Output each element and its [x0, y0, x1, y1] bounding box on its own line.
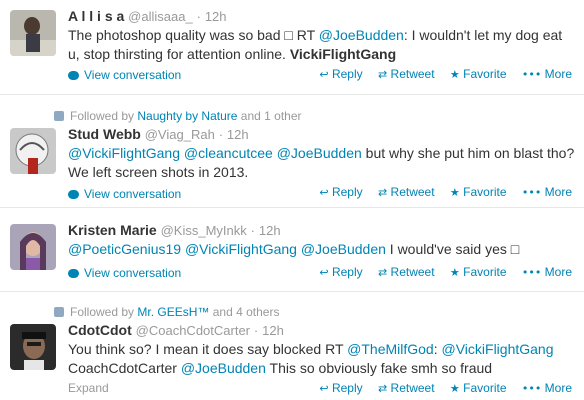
follow-context-icon: [54, 307, 64, 317]
author-username[interactable]: @Viag_Rah: [145, 127, 215, 142]
tweet-time[interactable]: 12h: [262, 323, 284, 338]
author-username[interactable]: @Kiss_MyInkk: [161, 223, 247, 238]
more-icon: •••: [521, 266, 542, 279]
reply-button[interactable]: ↩ Reply: [319, 67, 362, 81]
more-icon: •••: [521, 186, 542, 199]
author-username[interactable]: @allisaaa_: [128, 9, 193, 24]
tweet[interactable]: Followed by Mr. GEEsH™ and 4 others Cdot…: [0, 292, 584, 400]
more-button[interactable]: ••• More: [522, 381, 572, 395]
avatar[interactable]: [10, 224, 56, 270]
tweet-actions: ↩ Reply ⇄ Retweet ★ Favorite ••• More: [307, 185, 572, 199]
view-conversation-link[interactable]: View conversation: [68, 68, 181, 82]
emoji-glyph: □: [284, 27, 293, 43]
context-user-link[interactable]: Naughty by Nature: [137, 109, 237, 123]
author-name[interactable]: A l l i s a: [68, 8, 124, 24]
mention-link[interactable]: @JoeBudden: [301, 241, 386, 257]
star-icon: ★: [449, 68, 460, 81]
reply-button[interactable]: ↩ Reply: [319, 185, 362, 199]
retweet-icon: ⇄: [377, 68, 388, 81]
tweet-text: @VickiFlightGang @cleancutcee @JoeBudden…: [68, 145, 575, 180]
author-name[interactable]: CdotCdot: [68, 322, 132, 338]
view-conversation-link[interactable]: View conversation: [68, 187, 181, 201]
avatar[interactable]: [10, 128, 56, 174]
retweet-icon: ⇄: [377, 266, 388, 279]
mention-link[interactable]: @VickiFlightGang: [185, 241, 297, 257]
retweet-button[interactable]: ⇄ Retweet: [378, 381, 435, 395]
tweet-time[interactable]: 12h: [259, 223, 281, 238]
tweet-text: You think so? I mean it does say blocked…: [68, 341, 554, 376]
more-icon: •••: [521, 68, 542, 81]
hashtag-text: VickiFlightGang: [289, 46, 397, 62]
favorite-button[interactable]: ★ Favorite: [450, 67, 507, 81]
emoji-glyph: □: [510, 241, 520, 257]
expand-link[interactable]: Expand: [68, 381, 109, 395]
more-button[interactable]: ••• More: [522, 67, 572, 81]
mention-link[interactable]: @JoeBudden: [319, 27, 404, 43]
mention-link[interactable]: @VickiFlightGang: [442, 341, 554, 357]
tweet-actions: ↩ Reply ⇄ Retweet ★ Favorite ••• More: [307, 67, 572, 81]
author-name[interactable]: Stud Webb: [68, 126, 141, 142]
tweet-time[interactable]: 12h: [227, 127, 249, 142]
star-icon: ★: [449, 186, 460, 199]
reply-icon: ↩: [319, 186, 329, 199]
retweet-button[interactable]: ⇄ Retweet: [378, 185, 435, 199]
tweet-text: The photoshop quality was so bad □ RT @J…: [68, 27, 563, 62]
reply-icon: ↩: [319, 382, 329, 395]
social-context: Followed by Mr. GEEsH™ and 4 others: [54, 305, 279, 319]
reply-button[interactable]: ↩ Reply: [319, 381, 362, 395]
author-name[interactable]: Kristen Marie: [68, 222, 157, 238]
retweet-icon: ⇄: [377, 186, 388, 199]
reply-button[interactable]: ↩ Reply: [319, 265, 362, 279]
follow-context-icon: [54, 111, 64, 121]
avatar-image: [10, 128, 56, 174]
tweet[interactable]: Followed by Naughty by Nature and 1 othe…: [0, 95, 584, 208]
favorite-button[interactable]: ★ Favorite: [450, 265, 507, 279]
more-button[interactable]: ••• More: [522, 265, 572, 279]
conversation-icon: [68, 190, 79, 199]
more-button[interactable]: ••• More: [522, 185, 572, 199]
mention-link[interactable]: @TheMilfGod: [347, 341, 434, 357]
social-context: Followed by Naughty by Nature and 1 othe…: [54, 109, 302, 123]
mention-link[interactable]: @VickiFlightGang: [68, 145, 180, 161]
avatar[interactable]: [10, 10, 56, 56]
reply-icon: ↩: [319, 266, 329, 279]
mention-link[interactable]: @cleancutcee: [184, 145, 273, 161]
tweet-actions: ↩ Reply ⇄ Retweet ★ Favorite ••• More: [307, 381, 572, 395]
avatar-image: [10, 324, 56, 370]
reply-icon: ↩: [319, 68, 329, 81]
conversation-icon: [68, 269, 79, 278]
star-icon: ★: [449, 266, 460, 279]
mention-link[interactable]: @JoeBudden: [181, 360, 266, 376]
tweet-header: Kristen Marie @Kiss_MyInkk · 12h: [68, 222, 281, 238]
retweet-icon: ⇄: [377, 382, 388, 395]
tweet-header: CdotCdot @CoachCdotCarter · 12h: [68, 322, 284, 338]
tweet-text: @PoeticGenius19 @VickiFlightGang @JoeBud…: [68, 241, 520, 257]
star-icon: ★: [449, 382, 460, 395]
mention-link[interactable]: @JoeBudden: [277, 145, 362, 161]
tweet-time[interactable]: 12h: [205, 9, 227, 24]
tweet-actions: ↩ Reply ⇄ Retweet ★ Favorite ••• More: [307, 265, 572, 279]
context-user-link[interactable]: Mr. GEEsH™: [137, 305, 209, 319]
tweet-header: A l l i s a @allisaaa_ · 12h: [68, 8, 227, 24]
conversation-icon: [68, 71, 79, 80]
retweet-button[interactable]: ⇄ Retweet: [378, 265, 435, 279]
tweet[interactable]: Kristen Marie @Kiss_MyInkk · 12h @Poetic…: [0, 208, 584, 292]
author-username[interactable]: @CoachCdotCarter: [136, 323, 250, 338]
retweet-button[interactable]: ⇄ Retweet: [378, 67, 435, 81]
tweet-header: Stud Webb @Viag_Rah · 12h: [68, 126, 249, 142]
more-icon: •••: [521, 382, 542, 395]
view-conversation-link[interactable]: View conversation: [68, 266, 181, 280]
mention-link[interactable]: @PoeticGenius19: [68, 241, 181, 257]
tweet[interactable]: A l l i s a @allisaaa_ · 12h The photosh…: [0, 0, 584, 95]
avatar-image: [10, 10, 56, 56]
favorite-button[interactable]: ★ Favorite: [450, 185, 507, 199]
avatar-image: [10, 224, 56, 270]
avatar[interactable]: [10, 324, 56, 370]
favorite-button[interactable]: ★ Favorite: [450, 381, 507, 395]
